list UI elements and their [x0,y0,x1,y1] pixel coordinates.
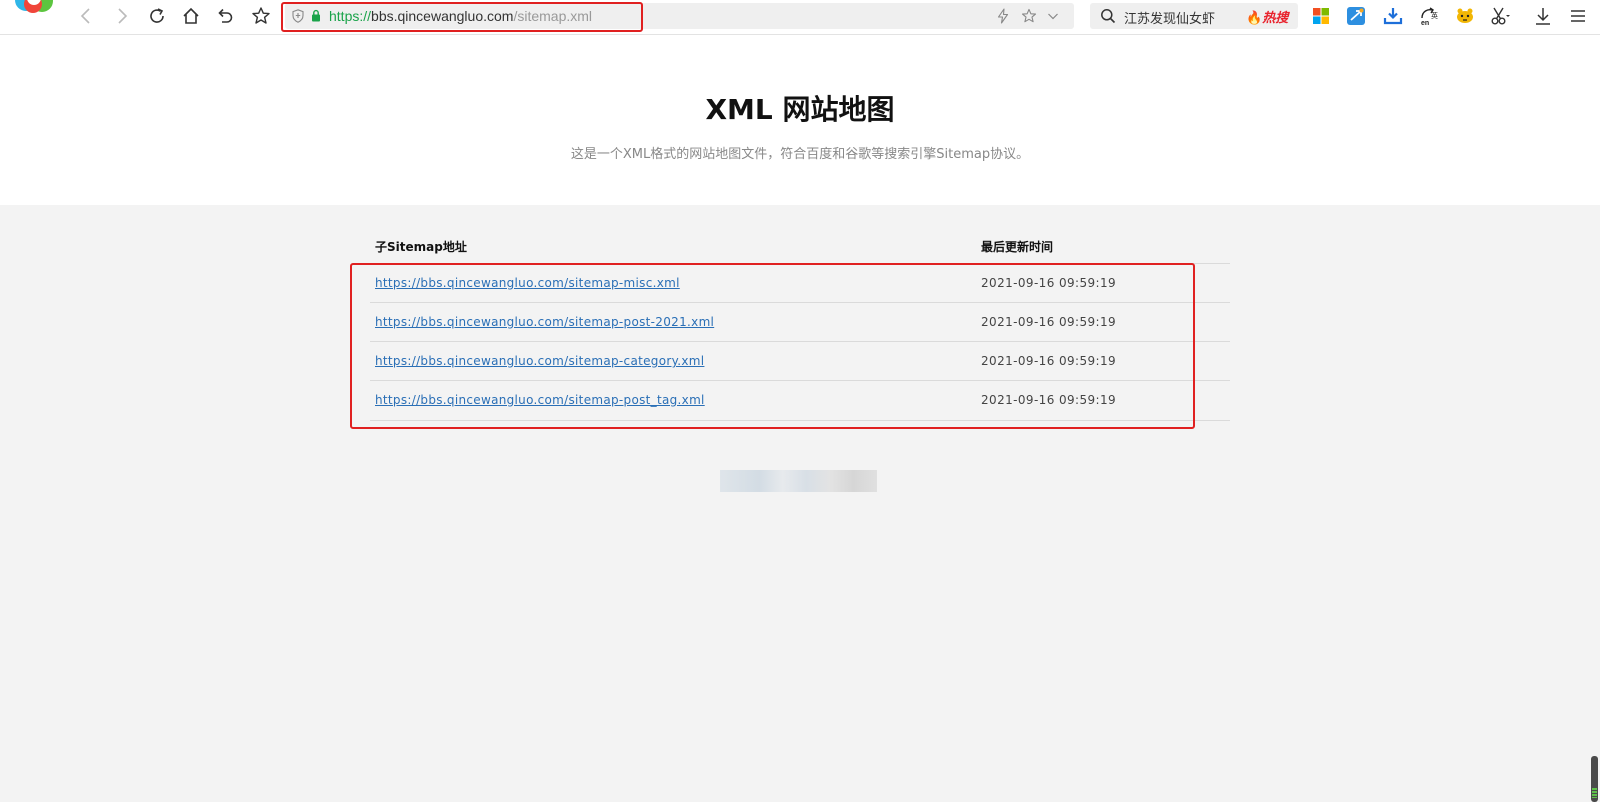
browser-logo-icon[interactable] [8,0,56,22]
download-box-icon[interactable] [1383,6,1403,26]
undo-icon [218,8,233,23]
chevron-down-icon[interactable] [1045,8,1061,24]
star-icon[interactable] [1021,8,1037,24]
home-icon [183,7,199,24]
apps-grid-icon[interactable] [1311,6,1331,26]
page-title: XML 网站地图 [705,93,895,126]
forward-icon [118,8,128,24]
bookmark-button[interactable] [250,5,272,27]
page-description: 这是一个XML格式的网站地图文件，符合百度和谷歌等搜索引擎Sitemap协议。 [570,147,1030,162]
blurred-footer-text [720,470,877,492]
translate-icon[interactable]: en英 [1419,6,1439,26]
send-icon[interactable] [1346,6,1366,26]
download-icon[interactable] [1533,6,1553,26]
column-header-url: 子Sitemap地址 [375,240,467,254]
back-icon [80,8,90,24]
bookmark-star-icon [252,7,270,24]
scrollbar-thumb[interactable] [1591,756,1598,802]
tiger-icon[interactable] [1455,6,1475,26]
scissors-icon[interactable] [1490,6,1510,26]
url-highlight-box [281,2,643,32]
rows-highlight-box [350,263,1195,429]
search-icon [1101,9,1116,24]
refresh-icon [150,8,164,23]
search-input[interactable]: 江苏发现仙女虾 [1124,8,1215,27]
hot-search-label[interactable]: 🔥热搜 [1246,7,1288,26]
svg-text:en: en [1421,20,1429,26]
refresh-button[interactable] [146,5,168,27]
svg-text:英: 英 [1431,11,1438,20]
browser-toolbar: https://bbs.qincewangluo.com/sitemap.xml… [0,0,1600,35]
lightning-icon[interactable] [995,8,1011,24]
forward-button[interactable] [110,5,132,27]
column-header-time: 最后更新时间 [981,240,1054,254]
back-button[interactable] [76,5,98,27]
menu-icon[interactable] [1568,6,1588,26]
undo-close-button[interactable] [214,5,236,27]
hot-search-text: 热搜 [1262,11,1289,26]
home-button[interactable] [180,5,202,27]
